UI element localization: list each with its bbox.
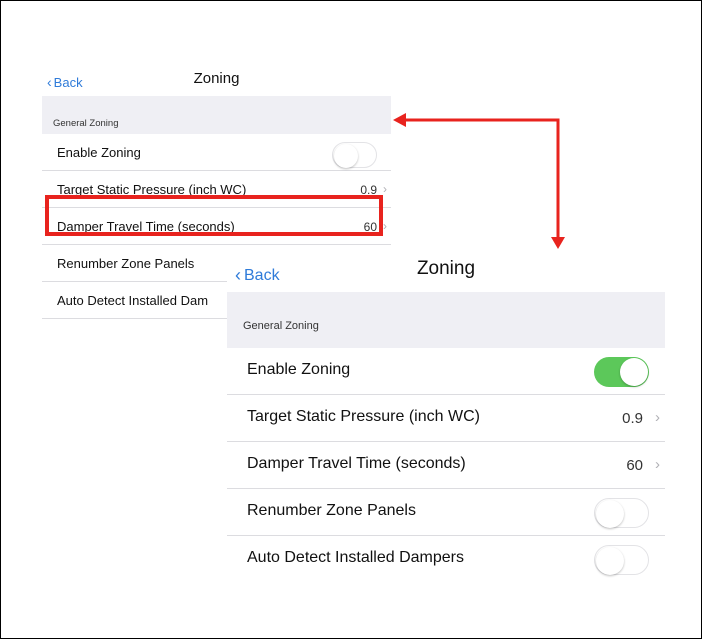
callout-arrow [393, 113, 565, 249]
arrow-head-down [551, 237, 565, 249]
arrow-head-left [393, 113, 406, 127]
screenshot-frame: ‹ Back Zoning General Zoning Enable Zoni… [0, 0, 702, 639]
